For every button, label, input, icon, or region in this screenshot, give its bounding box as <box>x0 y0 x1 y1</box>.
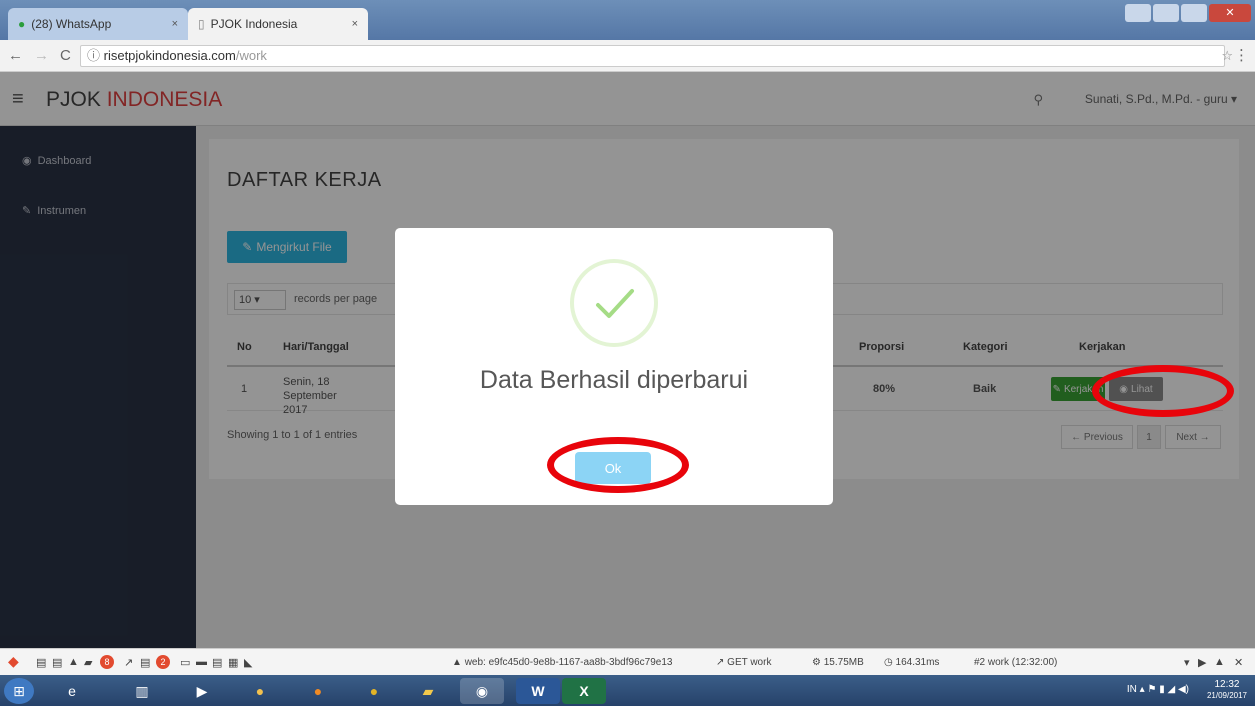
url-host: risetpjokindonesia.com <box>103 48 236 63</box>
debug-route: ↗ GET work <box>716 657 772 668</box>
memory-text: 15.75MB <box>823 657 864 668</box>
debug-close-icon[interactable]: ✕ <box>1234 656 1243 669</box>
debug-maximize-icon[interactable]: ▲ <box>1214 656 1225 668</box>
close-window-button[interactable]: ✕ <box>1209 4 1251 22</box>
tab-label: (28) WhatsApp <box>31 17 112 31</box>
queries-count-badge: 2 <box>156 655 170 669</box>
clock-date: 21/09/2017 <box>1206 691 1247 700</box>
excel-icon[interactable]: X <box>562 678 606 704</box>
web-id-text: web: e9fc45d0-9e8b-1167-aa8b-3bdf96c79e1… <box>464 657 673 668</box>
tab-whatsapp[interactable]: ● (28) WhatsApp × <box>8 8 188 40</box>
forward-icon[interactable]: → <box>34 47 52 64</box>
annotation-ring-ok <box>547 437 689 493</box>
windows-taskbar: ⊞ e ▥ ▶ ● ● ● ▰ ◉ W X IN ▴ ⚑ ▮ ◢ ◀) 12:3… <box>0 675 1255 706</box>
mail-icon[interactable]: ▬ <box>196 656 207 668</box>
window-controls: ✕ <box>1125 4 1251 22</box>
clock[interactable]: 12:32 21/09/2017 <box>1207 679 1247 701</box>
url-field[interactable]: ⓘ risetpjokindonesia.com/work <box>80 45 1225 67</box>
route-text: GET work <box>727 657 772 668</box>
route-icon[interactable]: ↗ <box>124 656 133 669</box>
address-bar: ← → C ⓘ risetpjokindonesia.com/work ☆ ⋮ <box>0 40 1255 72</box>
close-tab-icon[interactable]: × <box>352 18 358 30</box>
debug-dropdown-icon[interactable]: ▾ <box>1184 656 1190 669</box>
clock-time: 12:32 <box>1214 679 1240 690</box>
url-path: /work <box>235 48 267 63</box>
debug-memory: ⚙ 15.75MB <box>812 657 864 668</box>
debug-toolbar: ◆ ▤ ▤ ▲ ▰ 8 ↗ ▤ 2 ▭ ▬ ▤ ▦ ◣ ▲ web: e9fc4… <box>0 648 1255 675</box>
annotation-ring-lihat <box>1092 365 1234 417</box>
success-check-icon <box>570 259 658 347</box>
word-icon[interactable]: W <box>516 678 560 704</box>
firefox-icon[interactable]: ● <box>296 678 340 704</box>
folder-icon[interactable]: ▰ <box>406 678 450 704</box>
views-icon[interactable]: ▰ <box>84 656 92 669</box>
gate-icon[interactable]: ▤ <box>212 656 222 669</box>
tab-label: PJOK Indonesia <box>210 17 298 31</box>
session-icon[interactable]: ▦ <box>228 656 238 669</box>
internet-explorer-icon[interactable]: e <box>50 678 94 704</box>
minimize-button[interactable] <box>1153 4 1179 22</box>
system-tray-icons[interactable]: IN ▴ ⚑ ▮ ◢ ◀) <box>1127 684 1189 695</box>
messages-icon[interactable]: ▤ <box>36 656 46 669</box>
menu-dots-icon[interactable]: ⋮ <box>1234 46 1249 64</box>
paint-icon[interactable]: ● <box>238 678 282 704</box>
debug-time: ◷ 164.31ms <box>884 657 940 668</box>
profile-button[interactable] <box>1125 4 1151 22</box>
page-icon: ▯ <box>198 17 205 31</box>
close-tab-icon[interactable]: × <box>172 18 178 30</box>
request-icon[interactable]: ◣ <box>244 656 252 669</box>
back-icon[interactable]: ← <box>8 47 26 64</box>
tab-pjok[interactable]: ▯ PJOK Indonesia × <box>188 8 368 40</box>
exceptions-icon[interactable]: ▲ <box>68 656 79 668</box>
dialog-title: Data Berhasil diperbarui <box>479 366 749 394</box>
start-button[interactable]: ⊞ <box>4 678 34 704</box>
browser-tab-bar: ● (28) WhatsApp × ▯ PJOK Indonesia × ✕ <box>0 0 1255 40</box>
time-text: 164.31ms <box>895 657 940 668</box>
debug-web-id: ▲ web: e9fc45d0-9e8b-1167-aa8b-3bdf96c79… <box>452 657 673 668</box>
maximize-button[interactable] <box>1181 4 1207 22</box>
views-count-badge: 8 <box>100 655 114 669</box>
bookmark-star-icon[interactable]: ☆ <box>1221 48 1233 64</box>
whatsapp-icon: ● <box>18 17 26 31</box>
info-icon: ⓘ <box>87 48 104 63</box>
debug-open-icon[interactable]: ▶ <box>1198 656 1206 669</box>
chrome-icon[interactable]: ● <box>352 678 396 704</box>
timeline-icon[interactable]: ▤ <box>52 656 62 669</box>
reload-icon[interactable]: C <box>60 47 78 64</box>
chrome-active-icon[interactable]: ◉ <box>460 678 504 704</box>
models-icon[interactable]: ▭ <box>180 656 190 669</box>
debugbar-logo-icon[interactable]: ◆ <box>8 653 19 670</box>
debug-request[interactable]: #2 work (12:32:00) <box>974 657 1057 668</box>
queries-icon[interactable]: ▤ <box>140 656 150 669</box>
media-player-icon[interactable]: ▶ <box>180 678 224 704</box>
file-explorer-icon[interactable]: ▥ <box>120 678 164 704</box>
